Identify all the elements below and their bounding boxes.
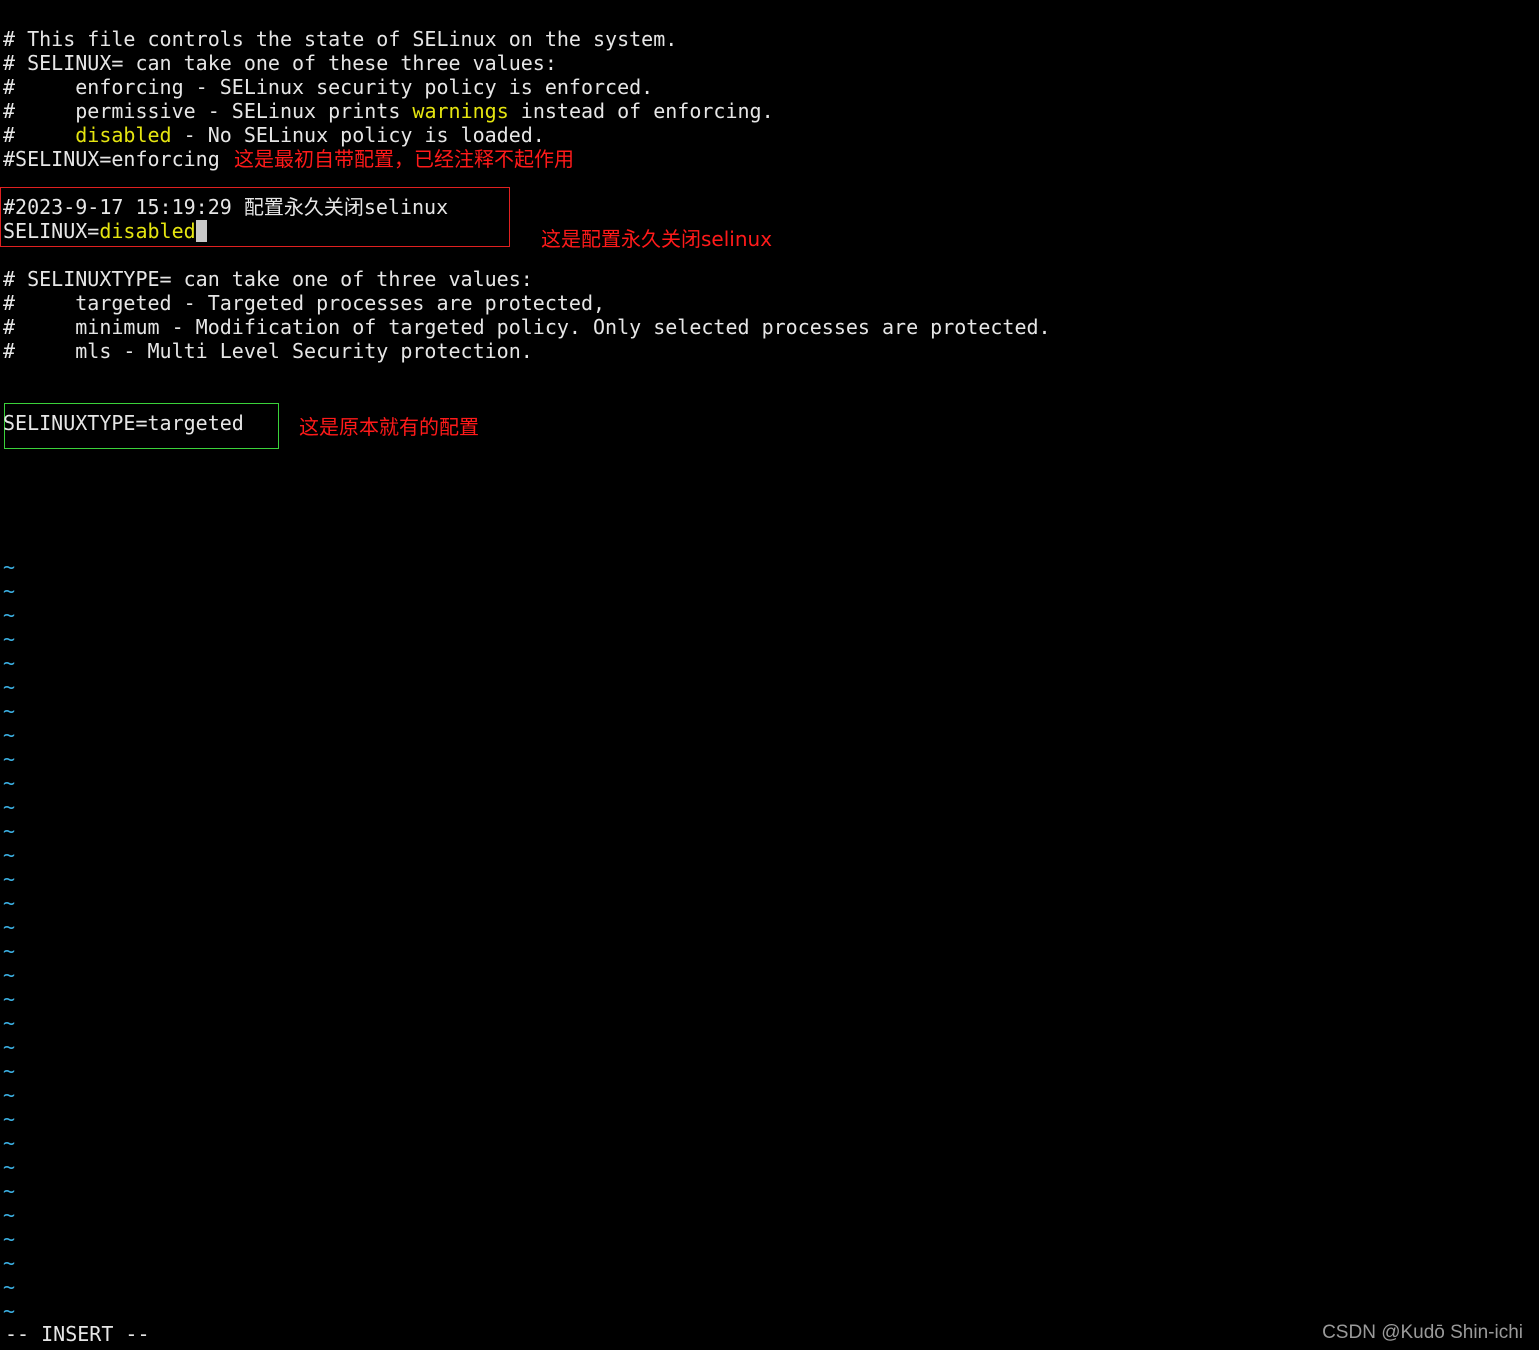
tilde-marker: ~: [3, 1059, 16, 1083]
tilde-marker: ~: [3, 579, 16, 603]
config-line-1: # This file controls the state of SELinu…: [3, 27, 678, 51]
tilde-marker: ~: [3, 1203, 16, 1227]
tilde-marker: ~: [3, 675, 16, 699]
tilde-marker: ~: [3, 867, 16, 891]
tilde-marker: ~: [3, 939, 16, 963]
tilde-marker: ~: [3, 891, 16, 915]
config-line-4-part-c: instead of enforcing.: [508, 99, 774, 123]
tilde-marker: ~: [3, 1227, 16, 1251]
tilde-marker: ~: [3, 963, 16, 987]
config-line-11: # minimum - Modification of targeted pol…: [3, 315, 1051, 339]
keyword-disabled: disabled: [75, 123, 172, 147]
keyword-warnings: warnings: [412, 99, 509, 123]
config-line-9: # SELINUXTYPE= can take one of three val…: [3, 267, 533, 291]
config-line-4: # permissive - SELinux prints warnings i…: [3, 99, 774, 123]
tilde-marker: ~: [3, 1011, 16, 1035]
config-value-disabled: disabled: [99, 219, 196, 243]
watermark-text: CSDN @Kudō Shin-ichi: [1322, 1322, 1523, 1343]
config-key-selinux: SELINUX=: [3, 219, 100, 243]
annotation-original-type: 这是原本就有的配置: [299, 415, 479, 439]
tilde-marker: ~: [3, 987, 16, 1011]
tilde-marker: ~: [3, 1083, 16, 1107]
tilde-marker: ~: [3, 603, 16, 627]
annotation-original-config: 这是最初自带配置，已经注释不起作用: [234, 147, 574, 171]
tilde-marker: ~: [3, 1131, 16, 1155]
config-line-comment-date: #2023-9-17 15:19:29 配置永久关闭selinux: [3, 195, 449, 219]
tilde-marker: ~: [3, 1251, 16, 1275]
terminal-window[interactable]: # This file controls the state of SELinu…: [0, 0, 1539, 1350]
tilde-marker: ~: [3, 795, 16, 819]
config-line-5-part-a: #: [3, 123, 76, 147]
tilde-marker: ~: [3, 651, 16, 675]
tilde-marker: ~: [3, 771, 16, 795]
tilde-marker: ~: [3, 723, 16, 747]
tilde-marker: ~: [3, 747, 16, 771]
vim-mode-indicator: -- INSERT --: [5, 1322, 150, 1346]
tilde-marker: ~: [3, 1035, 16, 1059]
tilde-marker: ~: [3, 1275, 16, 1299]
config-line-selinuxtype: SELINUXTYPE=targeted: [3, 411, 244, 435]
tilde-marker: ~: [3, 1155, 16, 1179]
text-cursor: [195, 220, 207, 242]
tilde-marker: ~: [3, 555, 16, 579]
tilde-marker: ~: [3, 915, 16, 939]
tilde-marker: ~: [3, 627, 16, 651]
tilde-marker: ~: [3, 843, 16, 867]
tilde-marker: ~: [3, 1179, 16, 1203]
config-line-12: # mls - Multi Level Security protection.: [3, 339, 533, 363]
config-line-selinux-disabled[interactable]: SELINUX=disabled: [3, 219, 207, 243]
config-line-3: # enforcing - SELinux security policy is…: [3, 75, 654, 99]
config-line-5: # disabled - No SELinux policy is loaded…: [3, 123, 545, 147]
tilde-marker: ~: [3, 699, 16, 723]
config-line-5-part-c: - No SELinux policy is loaded.: [171, 123, 545, 147]
tilde-marker: ~: [3, 819, 16, 843]
config-line-2: # SELINUX= can take one of these three v…: [3, 51, 557, 75]
config-line-10: # targeted - Targeted processes are prot…: [3, 291, 606, 315]
tilde-marker: ~: [3, 1107, 16, 1131]
tilde-marker: ~: [3, 1299, 16, 1323]
annotation-disable-selinux: 这是配置永久关闭selinux: [541, 227, 773, 251]
config-line-4-part-a: # permissive - SELinux prints: [3, 99, 413, 123]
config-line-selinux-enforcing: #SELINUX=enforcing: [3, 147, 220, 171]
